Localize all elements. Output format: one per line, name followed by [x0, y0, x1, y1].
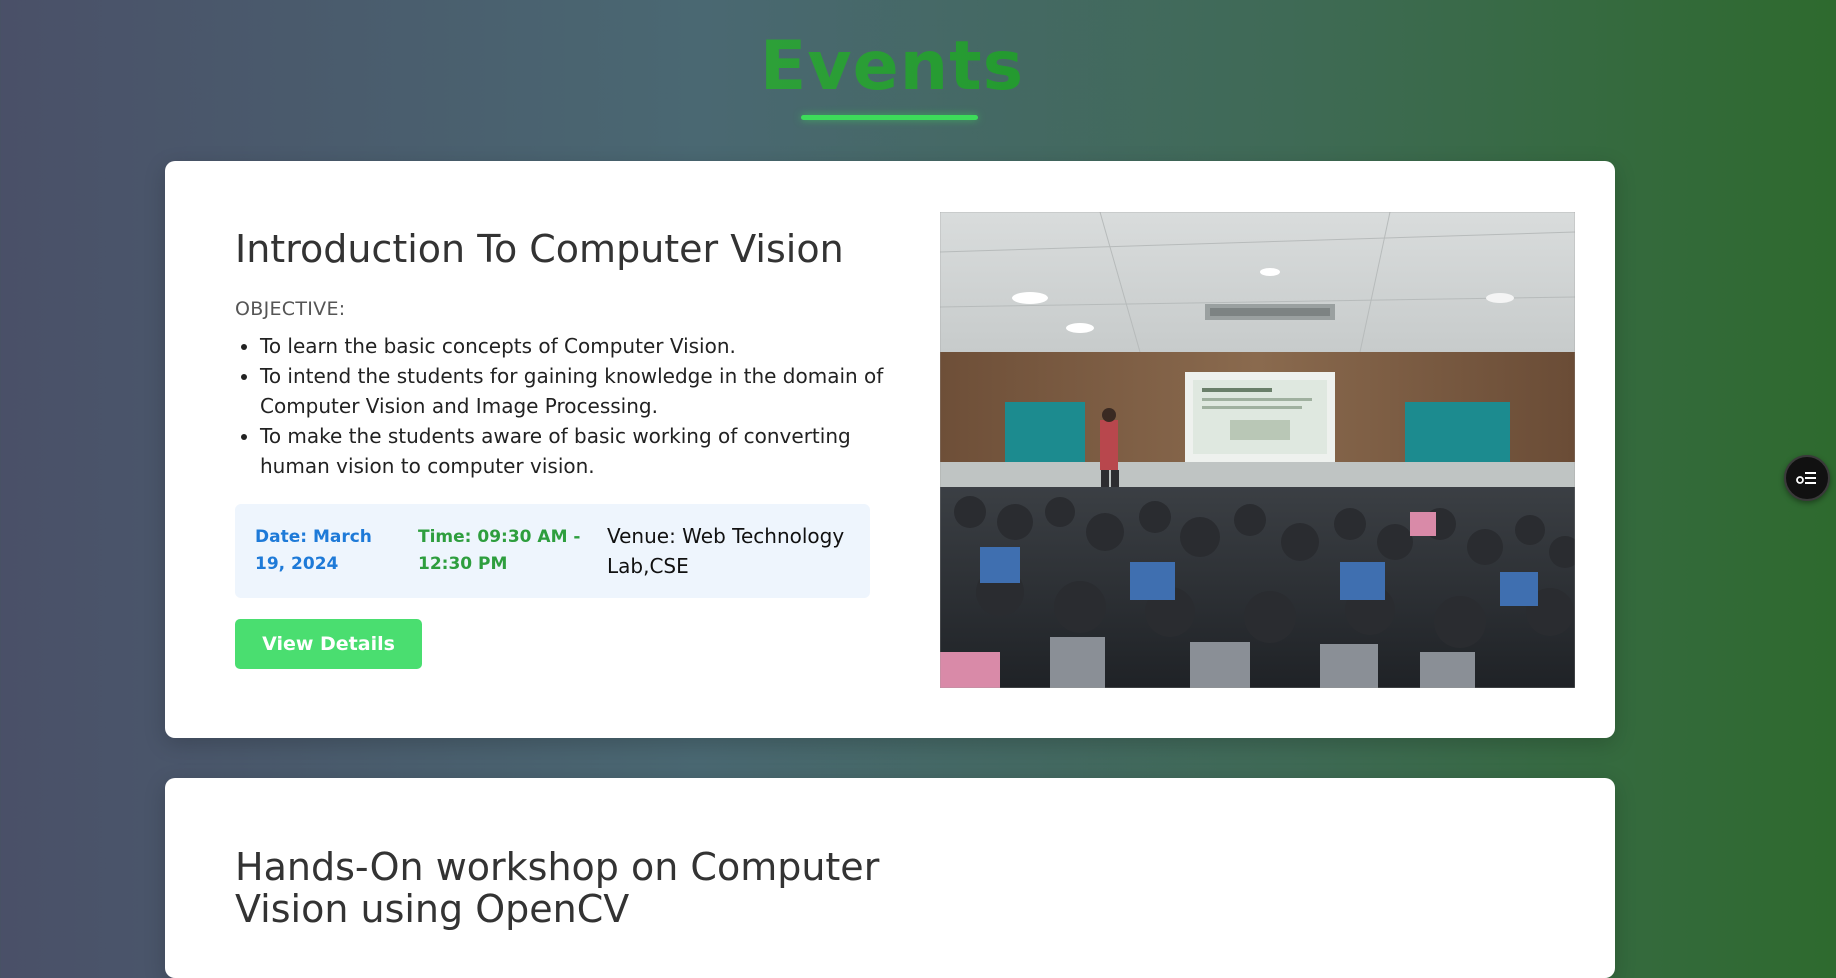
view-details-button[interactable]: View Details — [235, 619, 422, 669]
objective-label: OBJECTIVE: — [235, 298, 346, 320]
objective-list: To learn the basic concepts of Computer … — [235, 331, 890, 481]
menu-list-icon — [1796, 472, 1816, 484]
event-time: Time: 09:30 AM - 12:30 PM — [418, 527, 581, 574]
classroom-photo-illustration — [940, 212, 1575, 688]
event-card: Hands-On workshop on Computer Vision usi… — [165, 778, 1615, 978]
floating-menu-button[interactable] — [1784, 455, 1830, 501]
event-title: Introduction To Computer Vision — [235, 227, 844, 271]
event-info-box: Date: March 19, 2024 Time: 09:30 AM - 12… — [235, 504, 870, 598]
title-underline — [801, 115, 978, 120]
event-date: Date: March 19, 2024 — [255, 527, 372, 574]
event-venue: Venue: Web Technology Lab,CSE — [607, 524, 845, 578]
event-title: Hands-On workshop on Computer Vision usi… — [235, 845, 880, 931]
event-photo — [940, 212, 1575, 688]
objective-item: To make the students aware of basic work… — [260, 421, 890, 481]
objective-item: To learn the basic concepts of Computer … — [260, 331, 890, 361]
page-title: Events — [0, 26, 1784, 108]
objective-item: To intend the students for gaining knowl… — [260, 361, 890, 421]
event-card: Introduction To Computer Vision OBJECTIV… — [165, 161, 1615, 738]
